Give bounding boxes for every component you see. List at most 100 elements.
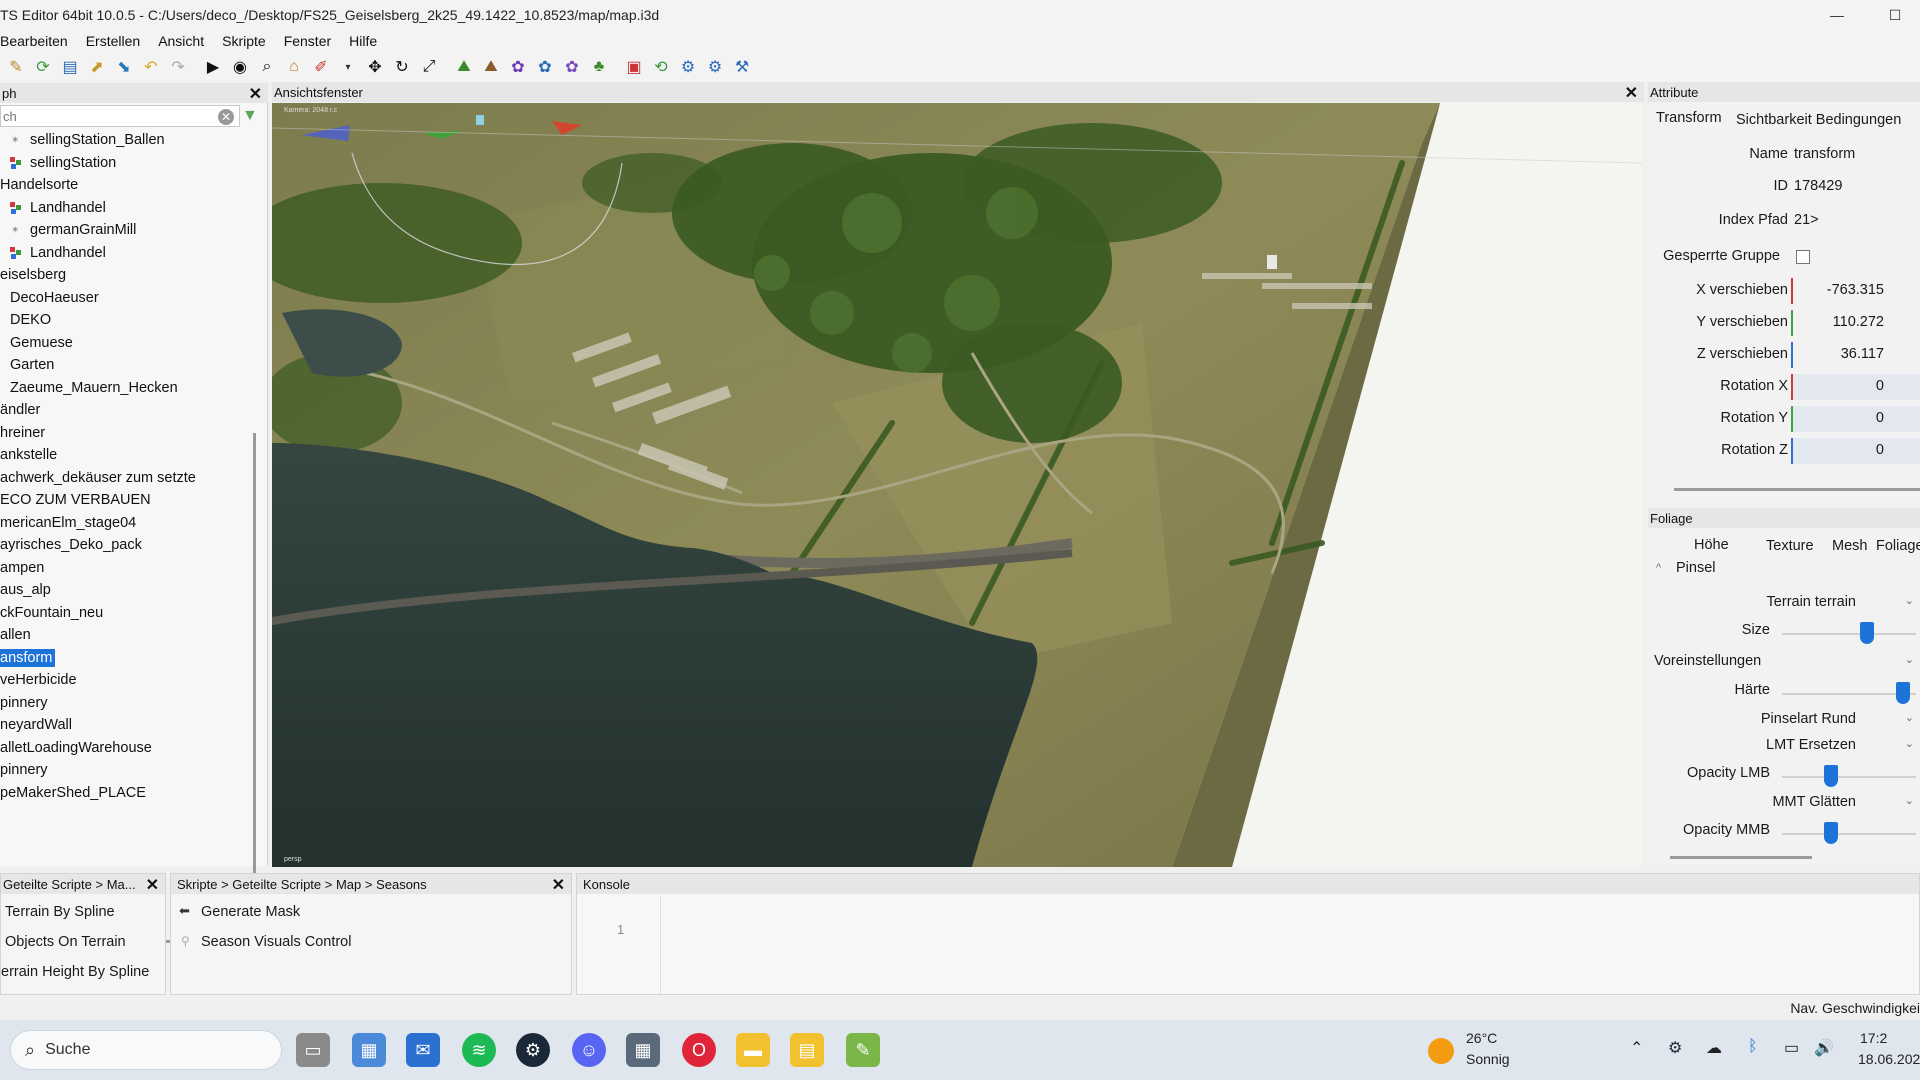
brushtype-row[interactable]: Pinselart Rund ⌄ (1648, 711, 1920, 735)
tree-item[interactable]: ändler (0, 399, 252, 422)
play-icon[interactable]: ▶ (201, 55, 225, 79)
filter-icon[interactable]: ▼ (242, 107, 258, 125)
menu-hilfe[interactable]: Hilfe (349, 33, 377, 49)
weather-temp[interactable]: 26°C (1466, 1030, 1497, 1046)
decal-icon[interactable]: ✿ (560, 55, 584, 79)
tree-item[interactable]: ckFountain_neu (0, 602, 252, 625)
tab-visibility-conditions[interactable]: Sichtbarkeit Bedingungen (1736, 112, 1901, 128)
tree-item[interactable]: ✶ sellingStation_Ballen (0, 129, 252, 152)
tree-item[interactable]: Landhandel (0, 197, 252, 220)
script-season-visuals-control[interactable]: Season Visuals Control (201, 934, 351, 950)
import-icon[interactable]: ⬈ (85, 55, 109, 79)
rotation-field[interactable]: 0 (1791, 406, 1920, 432)
foliage-brush-icon[interactable]: ✿ (533, 55, 557, 79)
menu-erstellen[interactable]: Erstellen (86, 33, 140, 49)
vertical-scrollbar[interactable] (253, 433, 256, 913)
locked-checkbox[interactable] (1796, 250, 1810, 264)
store-icon[interactable]: ▦ (352, 1033, 386, 1067)
menu-ansicht[interactable]: Ansicht (158, 33, 204, 49)
tab-texture[interactable]: Texture (1766, 538, 1814, 554)
close-icon[interactable]: ✕ (249, 84, 262, 104)
terrain-select[interactable]: Terrain terrain (1767, 594, 1856, 610)
script-objects-on-terrain[interactable]: Objects On Terrain (5, 934, 126, 950)
menu-bearbeiten[interactable]: Bearbeiten (0, 33, 68, 49)
minimize-button[interactable]: — (1814, 0, 1860, 30)
close-icon[interactable]: ✕ (1625, 83, 1638, 103)
tree-item[interactable]: Handelsorte (0, 174, 252, 197)
tree-item[interactable]: neyardWall (0, 714, 252, 737)
discord-icon[interactable]: ☺ (572, 1033, 606, 1067)
tab-mesh[interactable]: Mesh (1832, 538, 1867, 554)
console-input[interactable] (663, 896, 1919, 994)
tree-item[interactable]: eiselsberg (0, 264, 252, 287)
tab-foliage[interactable]: Foliage (1876, 538, 1920, 554)
tray-steam-icon[interactable]: ⚙ (1668, 1038, 1682, 1058)
name-field[interactable]: transform (1794, 146, 1855, 162)
viewport-3d[interactable]: Kamera: 2048 r.c persp (272, 103, 1642, 867)
select-icon[interactable]: ⌂ (282, 55, 306, 79)
undo-icon[interactable]: ↶ (139, 55, 163, 79)
scale-icon[interactable]: ⤢ (417, 55, 441, 79)
tree-item[interactable]: sellingStation (0, 152, 252, 175)
move-icon[interactable]: ✥ (363, 55, 387, 79)
close-icon[interactable]: ✕ (146, 875, 159, 895)
menu-skripte[interactable]: Skripte (222, 33, 266, 49)
clock-date[interactable]: 18.06.202 (1858, 1051, 1920, 1067)
material-icon[interactable]: ▣ (622, 55, 646, 79)
script-terrain-by-spline[interactable]: Terrain By Spline (5, 904, 115, 920)
tree-item[interactable]: ansform (0, 647, 252, 670)
redo-icon[interactable]: ↷ (166, 55, 190, 79)
calculator-icon[interactable]: ▦ (626, 1033, 660, 1067)
collapse-icon[interactable]: ^ (1656, 562, 1661, 574)
opacity-lmb-slider-track[interactable] (1782, 776, 1916, 778)
volume-icon[interactable]: 🔊 (1814, 1038, 1834, 1058)
tree-item[interactable]: mericanElm_stage04 (0, 512, 252, 535)
tree-item[interactable]: ayrisches_Deko_pack (0, 534, 252, 557)
lmt-row[interactable]: LMT Ersetzen ⌄ (1648, 737, 1920, 761)
size-slider-track[interactable] (1782, 633, 1916, 635)
tab-transform[interactable]: Transform (1656, 110, 1722, 126)
tree-item[interactable]: DecoHaeuser (0, 287, 252, 310)
tree-item[interactable]: veHerbicide (0, 669, 252, 692)
bluetooth-icon[interactable]: ᛒ (1748, 1038, 1758, 1056)
index-field[interactable]: 21> (1794, 212, 1819, 228)
tree-item[interactable]: Zaeume_Mauern_Hecken (0, 377, 252, 400)
lmt-select[interactable]: LMT Ersetzen (1766, 737, 1856, 753)
app-icon[interactable]: ✎ (846, 1033, 880, 1067)
zoom-icon[interactable]: ⌕ (255, 55, 279, 79)
tree-item[interactable]: hreiner (0, 422, 252, 445)
brush-icon[interactable]: ✐ (309, 55, 333, 79)
close-icon[interactable]: ✕ (552, 875, 565, 895)
tool-icon[interactable]: ⚒ (730, 55, 754, 79)
dropdown-arrow-icon[interactable]: ▾ (336, 55, 360, 79)
translate-field[interactable]: -763.315 (1791, 278, 1920, 304)
tray-chevron-icon[interactable]: ⌃ (1630, 1038, 1643, 1058)
attributes-scrollbar[interactable] (1674, 488, 1920, 491)
scenegraph-search-input[interactable] (0, 105, 240, 127)
clear-search-icon[interactable]: ✕ (218, 109, 234, 125)
steam-icon[interactable]: ⚙ (516, 1033, 550, 1067)
weather-sun-icon[interactable] (1428, 1038, 1454, 1064)
id-field[interactable]: 178429 (1794, 178, 1842, 194)
file-explorer-icon[interactable]: ▬ (736, 1033, 770, 1067)
taskbar-search[interactable]: ⌕ Suche (10, 1030, 282, 1070)
menu-fenster[interactable]: Fenster (284, 33, 331, 49)
export-icon[interactable]: ⬊ (112, 55, 136, 79)
tab-hoehe[interactable]: Höhe (1694, 537, 1729, 553)
translate-field[interactable]: 110.272 (1791, 310, 1920, 336)
terrain-sculpt-icon[interactable]: ⛰ (452, 55, 476, 79)
network-icon[interactable]: ▭ (1784, 1038, 1799, 1058)
brushtype-select[interactable]: Pinselart Rund (1761, 711, 1856, 727)
translate-field[interactable]: 36.117 (1791, 342, 1920, 368)
tree-item[interactable]: peMakerShed_PLACE (0, 782, 252, 805)
task-view-icon[interactable]: ▭ (296, 1033, 330, 1067)
terrain-paint-icon[interactable]: ⛰ (479, 55, 503, 79)
mmt-select[interactable]: MMT Glätten (1772, 794, 1856, 810)
rotate-icon[interactable]: ↻ (390, 55, 414, 79)
opera-icon[interactable]: O (682, 1033, 716, 1067)
settings-gear-icon[interactable]: ⚙ (676, 55, 700, 79)
tree-item[interactable]: ECO ZUM VERBAUEN (0, 489, 252, 512)
size-slider[interactable] (1860, 622, 1874, 644)
tree-item[interactable]: alletLoadingWarehouse (0, 737, 252, 760)
opacity-mmb-slider-track[interactable] (1782, 833, 1916, 835)
